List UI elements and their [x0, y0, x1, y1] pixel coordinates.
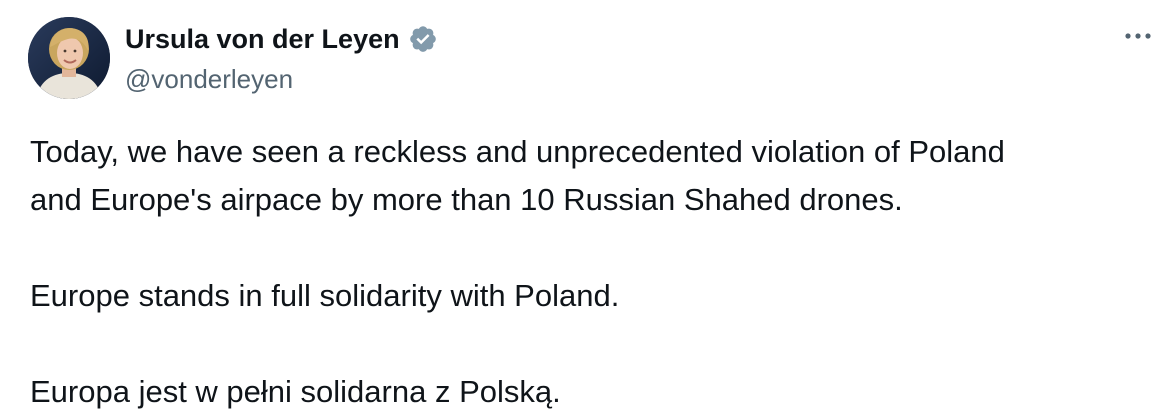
tweet-text-line: and Europe's airpace by more than 10 Rus… — [30, 182, 903, 217]
author-name[interactable]: Ursula von der Leyen — [125, 20, 400, 58]
author-name-row[interactable]: Ursula von der Leyen — [125, 20, 438, 58]
tweet-text-line: Europe stands in full solidarity with Po… — [30, 278, 620, 313]
avatar-image — [28, 17, 110, 99]
tweet-text: Today, we have seen a reckless and unpre… — [30, 128, 1150, 416]
avatar[interactable] — [28, 17, 110, 99]
verified-badge-icon — [408, 24, 438, 54]
tweet-card: Ursula von der Leyen @vonderleyen Today,… — [0, 0, 1174, 418]
tweet-text-line: Today, we have seen a reckless and unpre… — [30, 134, 1005, 169]
more-options-button[interactable] — [1120, 18, 1156, 54]
tweet-text-line: Europa jest w pełni solidarna z Polską. — [30, 374, 561, 409]
more-horizontal-icon — [1125, 33, 1151, 39]
author-handle[interactable]: @vonderleyen — [125, 61, 293, 97]
